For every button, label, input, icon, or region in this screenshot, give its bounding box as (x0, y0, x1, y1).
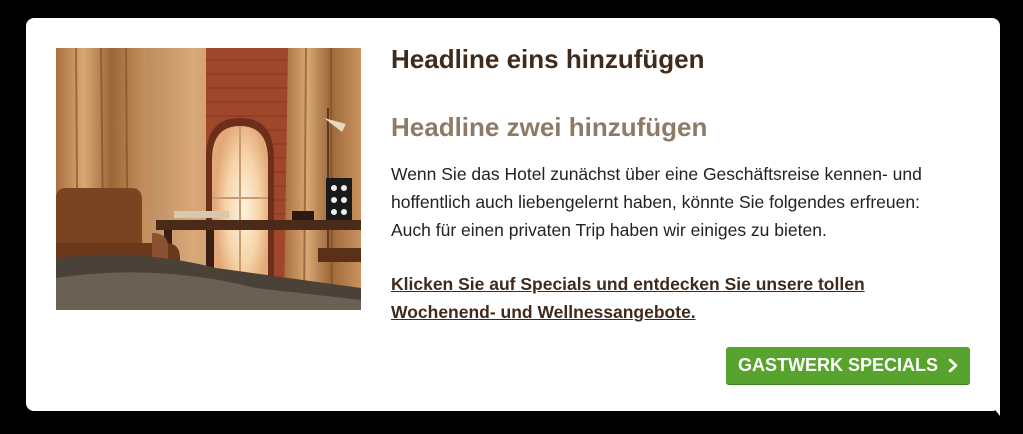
speech-bubble-tail (986, 398, 1000, 416)
specials-link-line[interactable]: Wochenend- und Wellnessangebote. (391, 298, 961, 326)
specials-link-line[interactable]: Klicken Sie auf Specials und entdecken S… (391, 270, 961, 298)
teaser-text-line: hoffentlich auch liebengelernt haben, kö… (391, 192, 920, 212)
chevron-right-icon (948, 358, 958, 373)
teaser-card: Headline eins hinzufügen Headline zwei h… (26, 18, 1000, 411)
teaser-text-line: Wenn Sie das Hotel zunächst über eine Ge… (391, 164, 922, 184)
specials-link[interactable]: Klicken Sie auf Specials und entdecken S… (391, 270, 961, 326)
teaser-text-line: Auch für einen privaten Trip haben wir e… (391, 220, 827, 240)
gastwerk-specials-button[interactable]: GASTWERK SPECIALS (726, 347, 970, 384)
headline-secondary: Headline zwei hinzufügen (391, 112, 708, 142)
button-label: GASTWERK SPECIALS (738, 355, 939, 375)
teaser-text: Wenn Sie das Hotel zunächst über eine Ge… (391, 160, 961, 244)
hotel-room-photo (56, 48, 361, 310)
headline-primary: Headline eins hinzufügen (391, 44, 705, 74)
